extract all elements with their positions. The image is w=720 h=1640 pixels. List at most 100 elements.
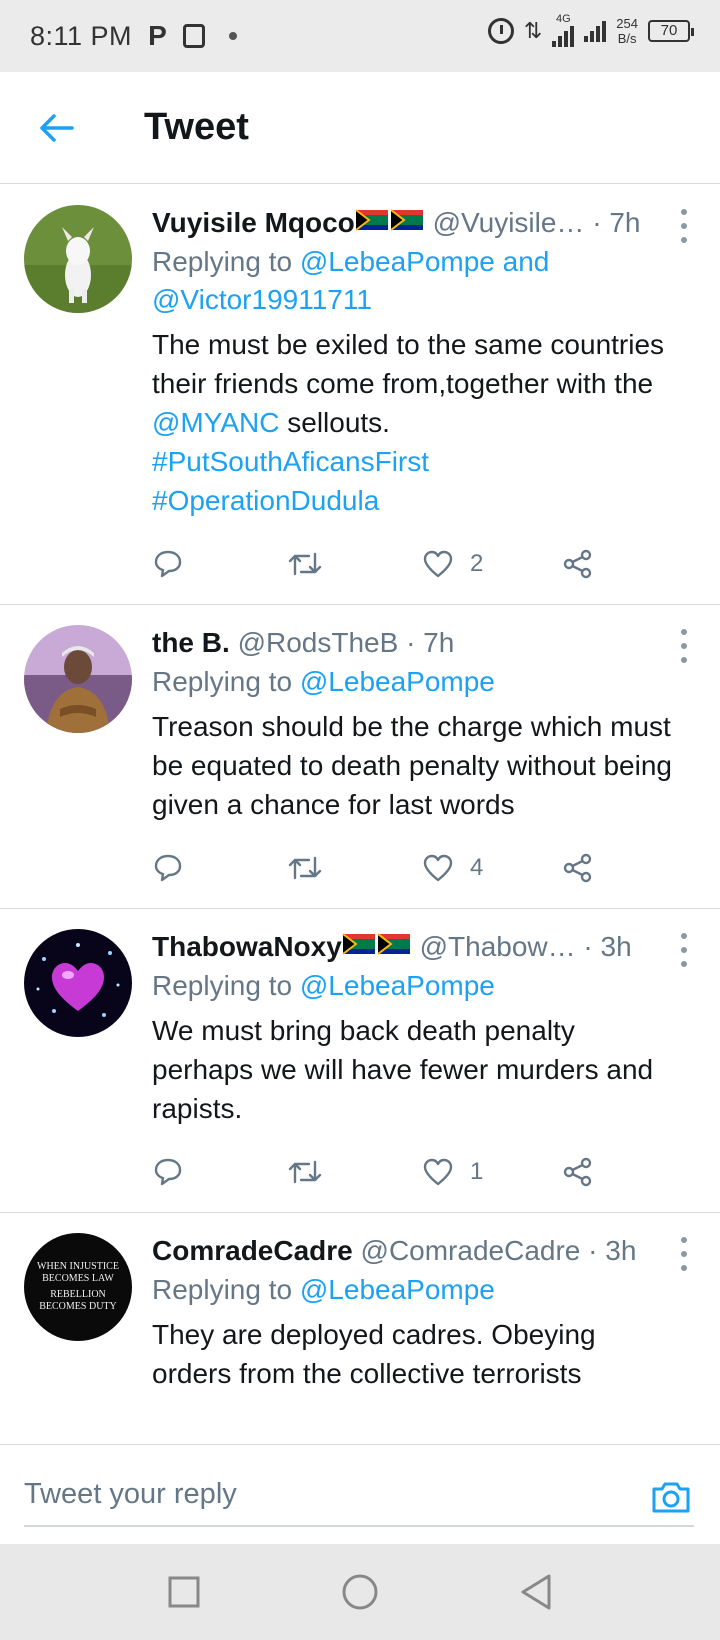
replying-prefix: Replying to [152,666,300,697]
network-type: 4G [555,13,571,25]
tweet-item[interactable]: Vuyisile Mqoco @Vuyisile… · 7h Replying … [0,185,720,605]
data-transfer-icon: ⇅ [523,17,543,43]
speed-unit: B/s [617,30,637,46]
tweet-time: · 3h [583,931,632,962]
replying-to-link[interactable]: @LebeaPompe [300,666,495,697]
speed-value: 254 [616,15,638,31]
back-nav-icon[interactable] [519,1573,553,1611]
replying-prefix: Replying to [152,1274,300,1305]
retweet-icon [288,552,322,576]
status-time: 8:11 PM [30,20,133,51]
battery-icon: 70 [648,19,694,42]
more-options-icon[interactable] [676,629,692,663]
recent-apps-icon[interactable] [167,1575,201,1609]
reply-button[interactable] [152,1157,287,1187]
tweet-text: They are deployed cadres. Obeying orders… [152,1319,596,1389]
replying-prefix: Replying to [152,246,300,277]
camera-button[interactable] [650,1479,692,1520]
like-button[interactable]: 4 [422,853,562,883]
south-africa-flag-icon [355,205,425,241]
parking-app-icon: P [148,20,167,51]
tweet-header: Vuyisile Mqoco @Vuyisile… · 7h [152,205,680,241]
replying-to: Replying to @LebeaPompe [152,967,680,1005]
tweet-actions: 2 [152,544,680,584]
replying-to: Replying to @LebeaPompe [152,663,680,701]
tweet-item[interactable]: the B. @RodsTheB · 7h Replying to @Lebea… [0,605,720,909]
reply-icon [154,550,182,578]
retweet-button[interactable] [287,854,422,882]
retweet-button[interactable] [287,550,422,578]
tweet-time: · 7h [592,207,641,238]
app-header: Tweet [0,72,720,184]
tweet-header: ThabowaNoxy @Thabow… · 3h [152,929,680,965]
tweet-header: ComradeCadre @ComradeCadre · 3h [152,1233,680,1269]
replying-to-link[interactable]: @LebeaPompe [300,1274,495,1305]
dog-avatar-image [24,205,132,313]
hashtag-link[interactable]: #PutSouthAficansFirst [152,446,429,477]
camera-icon [652,1482,690,1513]
avatar-text: BECOMES LAW [42,1273,114,1284]
reply-button[interactable] [152,853,287,883]
like-button[interactable]: 1 [422,1157,562,1187]
share-button[interactable] [562,1157,594,1187]
retweet-button[interactable] [287,1158,422,1186]
avatar[interactable] [24,205,132,313]
system-nav-bar [0,1544,720,1640]
tweet-actions: 1 [152,1152,680,1192]
tweet-text: Treason should be the charge which must … [152,711,672,820]
author-handle[interactable]: @Vuyisile… [433,207,585,238]
heart-icon [423,550,453,578]
mention-link[interactable]: @MYANC [152,407,279,438]
retweet-icon [288,1160,322,1184]
tweet-item[interactable]: ThabowaNoxy @Thabow… · 3h Replying to @L… [0,909,720,1213]
tweet-text: We must bring back death penalty perhaps… [152,1015,654,1124]
share-button[interactable] [562,549,594,579]
signal-icon-2 [584,20,607,42]
tweet-time: · 3h [588,1235,637,1266]
reply-icon [154,1158,182,1186]
avatar[interactable]: WHEN INJUSTICE BECOMES LAW REBELLION BEC… [24,1233,132,1341]
author-name[interactable]: the B. [152,627,230,658]
alarm-icon [487,17,514,44]
battery-level: 70 [660,22,678,39]
avatar-text: WHEN INJUSTICE [37,1261,119,1272]
tweet-actions: 4 [152,848,680,888]
share-icon [563,1157,592,1187]
more-options-icon[interactable] [676,209,692,243]
like-count: 2 [470,550,484,577]
like-count: 1 [470,1158,484,1185]
page-title: Tweet [144,106,249,148]
more-options-icon[interactable] [676,1237,692,1271]
heart-icon [423,854,453,882]
back-button[interactable] [26,98,86,158]
heart-icon [423,1158,453,1186]
share-button[interactable] [562,853,594,883]
home-icon[interactable] [341,1573,379,1611]
tweet-text: The must be exiled to the same countries… [152,325,680,520]
author-name[interactable]: Vuyisile Mqoco [152,207,355,238]
like-button[interactable]: 2 [422,549,562,579]
reply-icon [154,854,182,882]
tweet-item[interactable]: WHEN INJUSTICE BECOMES LAW REBELLION BEC… [0,1213,720,1393]
avatar[interactable] [24,625,132,733]
replying-prefix: Replying to [152,970,300,1001]
reply-input[interactable]: Tweet your reply [24,1463,694,1527]
author-name[interactable]: ThabowaNoxy [152,931,342,962]
author-handle[interactable]: @Thabow… [420,931,576,962]
hashtag-link[interactable]: #OperationDudula [152,485,379,516]
author-handle[interactable]: @ComradeCadre [361,1235,581,1266]
author-name[interactable]: ComradeCadre [152,1235,353,1266]
status-bar: 8:11 PM P ⇅ 4G 254 B/s 70 [0,0,720,72]
tweet-text-part: sellouts. [279,407,390,438]
reply-button[interactable] [152,549,287,579]
more-options-icon[interactable] [676,933,692,967]
tweet-text-part: The must be exiled to the same countries… [152,329,665,399]
avatar[interactable] [24,929,132,1037]
tweet-header: the B. @RodsTheB · 7h [152,625,680,661]
like-count: 4 [470,854,484,881]
author-handle[interactable]: @RodsTheB [238,627,399,658]
tweet-time: · 7h [406,627,455,658]
notification-app-icon [182,24,205,48]
replies-feed[interactable]: Vuyisile Mqoco @Vuyisile… · 7h Replying … [0,185,720,1445]
replying-to-link[interactable]: @LebeaPompe [300,970,495,1001]
